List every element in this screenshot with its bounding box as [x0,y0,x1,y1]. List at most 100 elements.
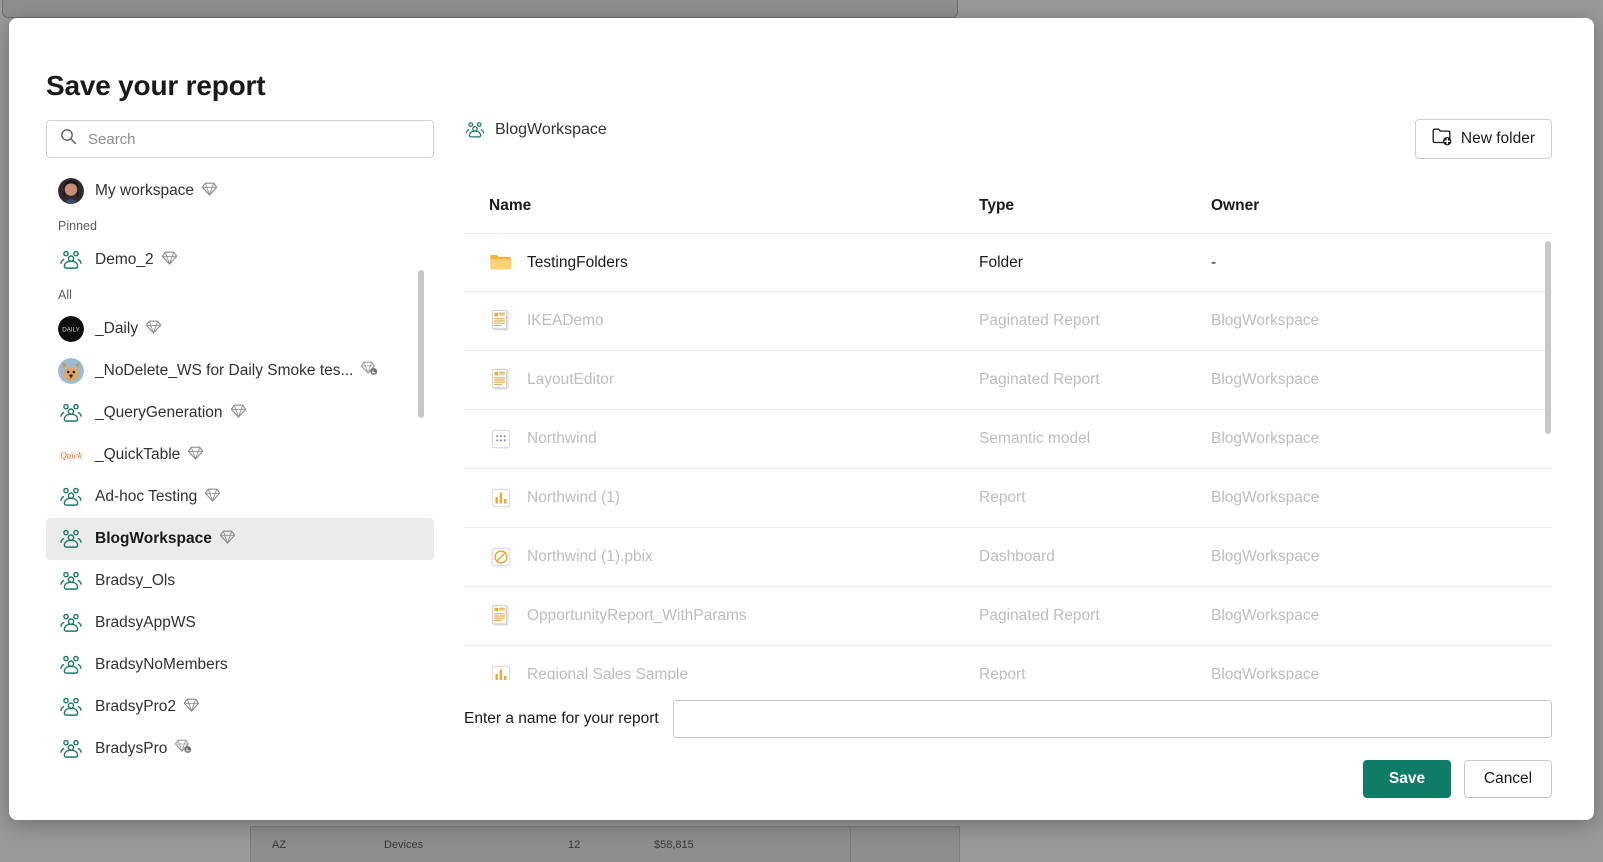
workspace-group-icon [58,652,84,678]
semantic-model-icon [489,427,513,451]
workspace-group-icon [464,119,486,141]
row-owner: BlogWorkspace [1211,371,1320,388]
sidebar-item-bradsynomembers[interactable]: BradsyNoMembers [46,644,434,686]
workspace-group-icon [58,247,84,273]
avatar-quicktable: Quick [58,442,84,468]
save-button[interactable]: Save [1363,760,1451,798]
sidebar-item-bradsyappws[interactable]: BradsyAppWS [46,602,434,644]
diamond-trial-icon [175,739,192,759]
report-icon [489,486,513,510]
workspace-group-icon [58,526,84,552]
new-folder-button[interactable]: New folder [1414,119,1552,159]
background-cell-state: AZ [272,838,287,851]
sidebar-item-label: _Daily [95,320,139,337]
content-panel: BlogWorkspace New folder Name Type Owner… [464,113,1552,806]
background-cell-category: Devices [384,838,424,851]
table-row: IKEADemo Paginated Report BlogWorkspace [464,292,1552,351]
sidebar-item-demo-2[interactable]: Demo_2 [46,239,434,281]
sidebar-scrollbar[interactable] [418,270,424,418]
avatar-dog [58,358,84,384]
workspace-picker-panel: My workspace Pinned Demo_2 All DAILY _Daily _… [46,120,434,806]
row-name: OpportunityReport_WithParams [527,607,747,624]
search-input[interactable] [86,121,416,157]
row-name: Northwind (1) [527,489,621,506]
report-icon [489,663,513,680]
row-owner: BlogWorkspace [1211,312,1320,329]
folder-icon [489,251,513,275]
workspace-group-icon [58,484,84,510]
sidebar-item-label: _QuickTable [95,446,181,463]
diamond-icon [161,251,177,270]
background-window-titlebar [2,0,958,18]
workspace-group-label: Pinned [58,219,97,233]
sidebar-item-blogworkspace[interactable]: BlogWorkspace [46,518,434,560]
report-name-input[interactable] [672,700,1552,738]
search-box[interactable] [46,120,434,158]
sidebar-item-label: BlogWorkspace [95,530,212,547]
sidebar-item-bradyspro[interactable]: BradysPro [46,728,434,770]
dialog-actions: Save Cancel [1363,760,1552,798]
paginated-report-icon [489,604,513,628]
workspace-groups: Pinned Demo_2 All DAILY _Daily _NoDelete_WS f… [46,212,434,770]
background-cell-count: 12 [568,838,581,851]
background-table-row: AZ Devices 12 $58,815 [250,826,960,862]
table-scrollbar[interactable] [1545,241,1551,434]
background-cell-amount: $58,815 [654,838,694,851]
row-name: Regional Sales Sample [527,666,689,680]
row-name: Northwind [527,430,597,447]
workspace-group-icon [58,736,84,762]
row-owner: BlogWorkspace [1211,548,1320,565]
cancel-button[interactable]: Cancel [1464,760,1552,798]
sidebar-item-querygeneration[interactable]: _QueryGeneration [46,392,434,434]
sidebar-item-daily[interactable]: DAILY _Daily [46,308,434,350]
diamond-icon [205,488,221,507]
save-report-dialog: Save your report Search My workspace Pin… [9,18,1594,820]
sidebar-item-label: BradsyPro2 [95,698,176,715]
row-type: Paginated Report [979,371,1100,388]
dashboard-icon [489,545,513,569]
diamond-trial-icon [361,361,378,381]
table-row: Regional Sales Sample Report BlogWorkspace [464,646,1552,680]
svg-text:Quick: Quick [60,451,82,461]
new-folder-icon [1432,127,1452,151]
search-icon [60,128,77,150]
sidebar-item-nodelete-ws-for-daily-smoke-tes[interactable]: _NoDelete_WS for Daily Smoke tes... [46,350,434,392]
sidebar-item-label: BradsyAppWS [95,614,196,631]
breadcrumb: BlogWorkspace [464,113,1552,147]
table-row: Northwind Semantic model BlogWorkspace [464,410,1552,469]
row-owner: BlogWorkspace [1211,430,1320,447]
sidebar-item-label: BradsyNoMembers [95,656,228,673]
table-body: TestingFolders Folder - IKEADemo Paginated R… [464,233,1552,680]
row-type: Semantic model [979,430,1091,447]
diamond-icon [188,446,204,465]
items-table: Name Type Owner TestingFolders Folder - IKE… [464,185,1552,680]
workspace-list[interactable]: My workspace Pinned Demo_2 All DAILY _Daily _… [46,170,434,806]
sidebar-item-ad-hoc-testing[interactable]: Ad-hoc Testing [46,476,434,518]
row-owner: BlogWorkspace [1211,489,1320,506]
sidebar-item-bradsypro2[interactable]: BradsyPro2 [46,686,434,728]
sidebar-item-bradsy-ols[interactable]: Bradsy_Ols [46,560,434,602]
row-type: Paginated Report [979,312,1100,329]
column-header-owner: Owner [1211,197,1260,214]
workspace-group-icon [58,568,84,594]
report-name-row: Enter a name for your report [464,700,1552,738]
workspace-group-label: All [58,288,72,302]
table-row[interactable]: TestingFolders Folder - [464,233,1552,292]
diamond-icon [145,320,162,339]
table-row: LayoutEditor Paginated Report BlogWorkspac… [464,351,1552,410]
report-name-label: Enter a name for your report [464,710,659,727]
workspace-group-icon [58,610,84,636]
diamond-icon [230,404,246,423]
column-header-name: Name [489,197,532,214]
sidebar-item-quicktable[interactable]: Quick _QuickTable [46,434,434,476]
table-header-row: Name Type Owner [464,185,1552,227]
sidebar-item-my-workspace[interactable]: My workspace [46,170,434,212]
workspace-group-icon [58,694,84,720]
row-name: TestingFolders [527,253,628,271]
sidebar-item-label: Ad-hoc Testing [95,488,198,505]
row-type: Report [979,489,1026,506]
table-row: OpportunityReport_WithParams Paginated Re… [464,587,1552,646]
diamond-icon [219,530,236,549]
sidebar-item-label: _QueryGeneration [95,404,223,421]
row-type: Report [979,666,1026,680]
